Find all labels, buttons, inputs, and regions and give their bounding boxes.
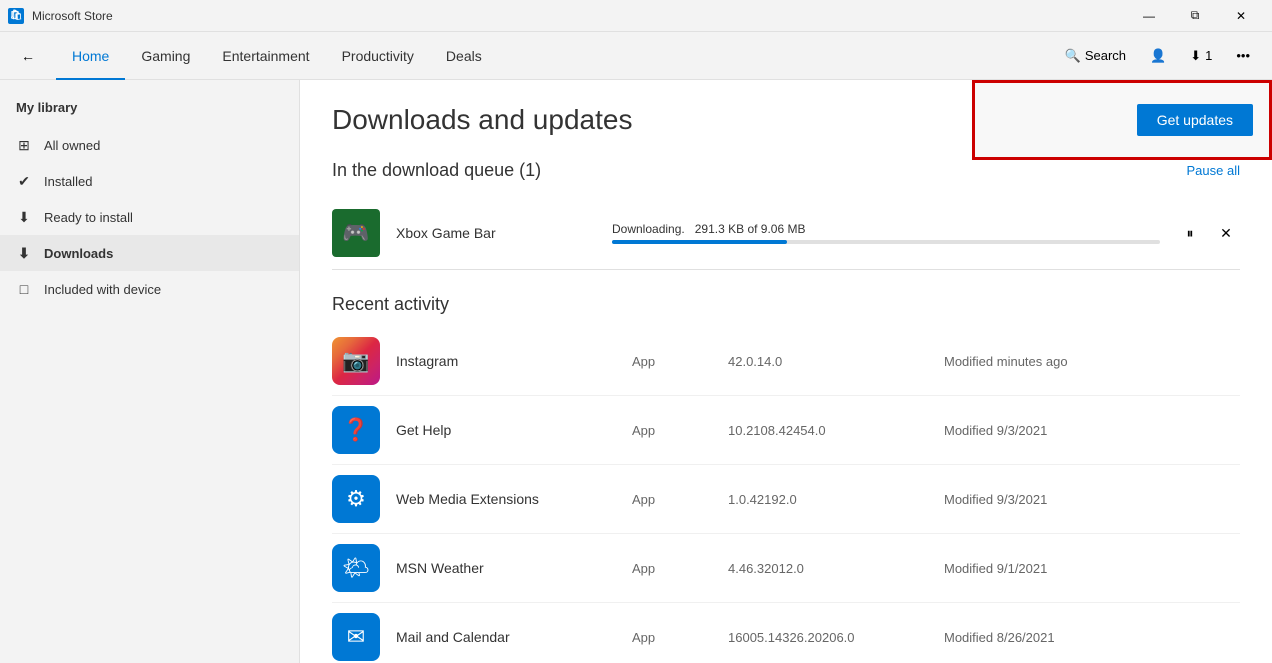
account-icon: 👤	[1150, 48, 1166, 64]
queue-section-title: In the download queue (1)	[332, 160, 541, 181]
progress-bar-bg	[612, 240, 1160, 244]
tab-home[interactable]: Home	[56, 32, 125, 80]
msnweather-type: App	[632, 561, 712, 576]
msnweather-modified: Modified 9/1/2021	[944, 561, 1047, 576]
sidebar-item-all-owned-label: All owned	[44, 138, 100, 153]
tab-deals[interactable]: Deals	[430, 32, 498, 80]
webmedia-icon: ⚙	[332, 475, 380, 523]
titlebar-controls: — ⧉ ✕	[1126, 0, 1264, 32]
nav-tabs: Home Gaming Entertainment Productivity D…	[56, 32, 498, 80]
webmedia-version: 1.0.42192.0	[728, 492, 928, 507]
msnweather-name: MSN Weather	[396, 560, 616, 576]
sidebar-item-installed[interactable]: ✔ Installed	[0, 163, 299, 199]
gethelp-icon: ❓	[332, 406, 380, 454]
sidebar-item-ready-to-install-label: Ready to install	[44, 210, 133, 225]
mailcal-type: App	[632, 630, 712, 645]
download-progress-text: 291.3 KB of 9.06 MB	[695, 222, 806, 236]
mailcal-version: 16005.14326.20206.0	[728, 630, 928, 645]
activity-row-instagram: 📷 Instagram App 42.0.14.0 Modified minut…	[332, 327, 1240, 396]
more-icon: •••	[1236, 48, 1250, 63]
downloads-icon: ⬇	[16, 245, 32, 261]
layout: My library ⊞ All owned ✔ Installed ⬇ Rea…	[0, 80, 1272, 663]
instagram-icon: 📷	[332, 337, 380, 385]
ready-to-install-icon: ⬇	[16, 209, 32, 225]
installed-icon: ✔	[16, 173, 32, 189]
titlebar: 🛍 Microsoft Store — ⧉ ✕	[0, 0, 1272, 32]
pause-download-button[interactable]: ⏸	[1176, 219, 1204, 247]
search-icon: 🔍	[1065, 48, 1081, 64]
activity-row-gethelp: ❓ Get Help App 10.2108.42454.0 Modified …	[332, 396, 1240, 465]
queue-item-xbox: 🎮 Xbox Game Bar Downloading. 291.3 KB of…	[332, 197, 1240, 270]
download-icon: ⬇	[1190, 48, 1201, 64]
sidebar-title: My library	[0, 96, 299, 127]
download-status-text: Downloading. 291.3 KB of 9.06 MB	[612, 222, 1160, 236]
app-title: Microsoft Store	[32, 9, 113, 23]
top-right-highlight: Get updates	[972, 80, 1272, 160]
sidebar-item-included-with-device[interactable]: □ Included with device	[0, 271, 299, 307]
mailcal-name: Mail and Calendar	[396, 629, 616, 645]
included-with-device-icon: □	[16, 281, 32, 297]
instagram-name: Instagram	[396, 353, 616, 369]
gethelp-type: App	[632, 423, 712, 438]
queue-actions: ⏸ ✕	[1176, 219, 1240, 247]
webmedia-type: App	[632, 492, 712, 507]
sidebar: My library ⊞ All owned ✔ Installed ⬇ Rea…	[0, 80, 300, 663]
restore-button[interactable]: ⧉	[1172, 0, 1218, 32]
get-updates-button[interactable]: Get updates	[1137, 104, 1253, 136]
pause-all-link[interactable]: Pause all	[1187, 163, 1240, 178]
all-owned-icon: ⊞	[16, 137, 32, 153]
instagram-modified: Modified minutes ago	[944, 354, 1068, 369]
tab-gaming[interactable]: Gaming	[125, 32, 206, 80]
xbox-game-bar-icon: 🎮	[332, 209, 380, 257]
download-progress-col: Downloading. 291.3 KB of 9.06 MB	[612, 222, 1160, 244]
gethelp-name: Get Help	[396, 422, 616, 438]
tab-entertainment[interactable]: Entertainment	[206, 32, 325, 80]
sidebar-item-included-with-device-label: Included with device	[44, 282, 161, 297]
sidebar-item-installed-label: Installed	[44, 174, 92, 189]
sidebar-item-downloads-label: Downloads	[44, 246, 113, 261]
webmedia-name: Web Media Extensions	[396, 491, 616, 507]
queue-section-header: In the download queue (1) Pause all	[332, 160, 1240, 181]
recent-activity-title: Recent activity	[332, 294, 1240, 315]
search-button[interactable]: 🔍 Search	[1055, 42, 1136, 70]
navbar: ← Home Gaming Entertainment Productivity…	[0, 32, 1272, 80]
account-button[interactable]: 👤	[1140, 42, 1176, 70]
msnweather-version: 4.46.32012.0	[728, 561, 928, 576]
more-button[interactable]: •••	[1226, 42, 1260, 69]
sidebar-item-all-owned[interactable]: ⊞ All owned	[0, 127, 299, 163]
activity-row-msnweather: 🌤 MSN Weather App 4.46.32012.0 Modified …	[332, 534, 1240, 603]
main-content: Get updates Downloads and updates In the…	[300, 80, 1272, 663]
titlebar-left: 🛍 Microsoft Store	[8, 8, 113, 24]
nav-right: 🔍 Search 👤 ⬇ 1 •••	[1055, 42, 1260, 70]
activity-row-mailcal: ✉ Mail and Calendar App 16005.14326.2020…	[332, 603, 1240, 663]
instagram-version: 42.0.14.0	[728, 354, 928, 369]
instagram-type: App	[632, 354, 712, 369]
close-button[interactable]: ✕	[1218, 0, 1264, 32]
sidebar-item-downloads[interactable]: ⬇ Downloads	[0, 235, 299, 271]
download-count: 1	[1205, 48, 1212, 63]
downloads-button[interactable]: ⬇ 1	[1180, 42, 1222, 70]
sidebar-item-ready-to-install[interactable]: ⬇ Ready to install	[0, 199, 299, 235]
webmedia-modified: Modified 9/3/2021	[944, 492, 1047, 507]
activity-row-webmedia: ⚙ Web Media Extensions App 1.0.42192.0 M…	[332, 465, 1240, 534]
xbox-game-bar-name: Xbox Game Bar	[396, 225, 596, 241]
search-label: Search	[1085, 48, 1126, 63]
gethelp-version: 10.2108.42454.0	[728, 423, 928, 438]
app-icon: 🛍	[8, 8, 24, 24]
tab-productivity[interactable]: Productivity	[326, 32, 430, 80]
downloading-label: Downloading.	[612, 222, 691, 236]
minimize-button[interactable]: —	[1126, 0, 1172, 32]
msnweather-icon: 🌤	[332, 544, 380, 592]
mailcal-icon: ✉	[332, 613, 380, 661]
gethelp-modified: Modified 9/3/2021	[944, 423, 1047, 438]
progress-bar-fill	[612, 240, 787, 244]
cancel-download-button[interactable]: ✕	[1212, 219, 1240, 247]
back-button[interactable]: ←	[12, 40, 44, 72]
mailcal-modified: Modified 8/26/2021	[944, 630, 1055, 645]
